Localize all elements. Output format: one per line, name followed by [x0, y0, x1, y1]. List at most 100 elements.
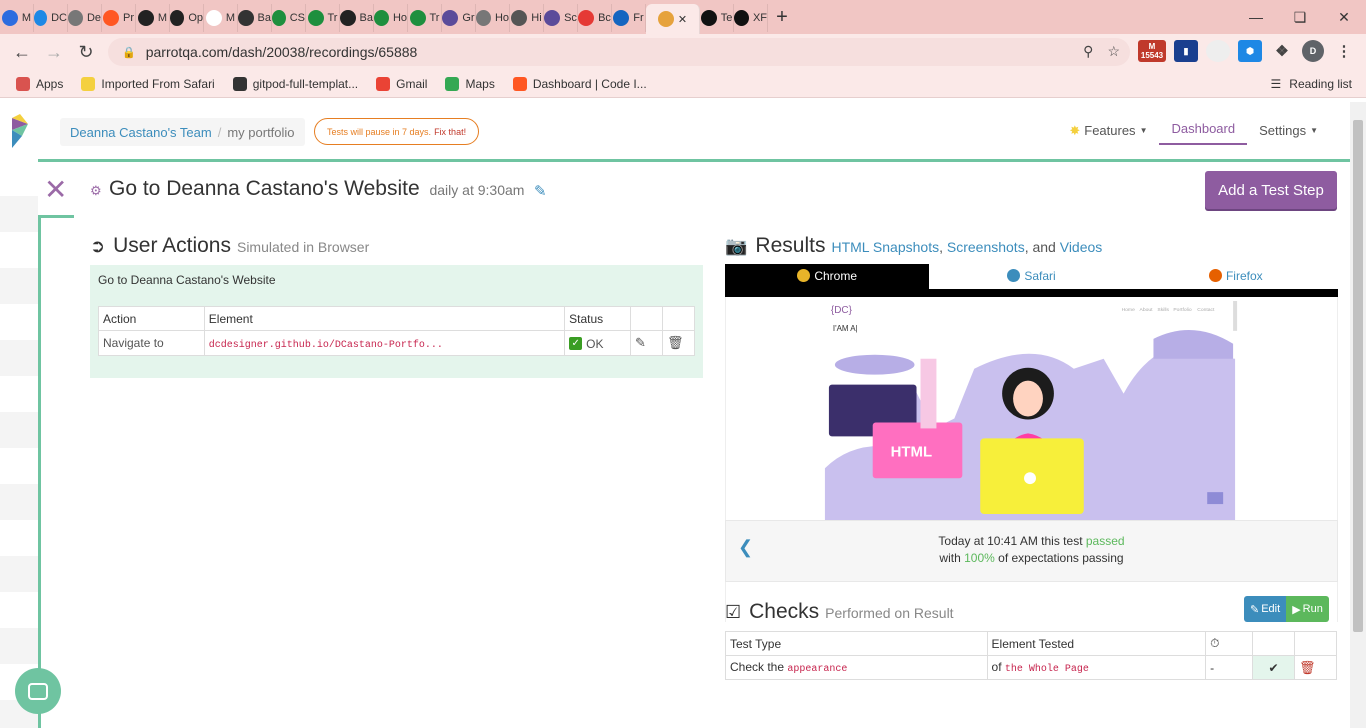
videos-link[interactable]: Videos — [1060, 239, 1103, 255]
run-label: Run — [1302, 603, 1323, 615]
screenshots-link[interactable]: Screenshots — [947, 239, 1025, 255]
browser-tab[interactable]: XF — [734, 4, 768, 32]
results-title: Results — [755, 234, 826, 257]
delete-step-trash-icon[interactable]: 🗑 — [662, 330, 695, 356]
tab-favicon-icon — [511, 10, 528, 26]
tab-label: Gr — [462, 12, 475, 24]
bookmark-item[interactable]: gitpod-full-templat... — [232, 76, 358, 91]
bookmark-item[interactable]: Imported From Safari — [81, 76, 215, 91]
back-icon[interactable]: ← — [6, 36, 38, 68]
breadcrumb-project[interactable]: my portfolio — [227, 125, 294, 140]
lock-icon: 🔒 — [122, 46, 136, 59]
reload-icon[interactable]: ↻ — [70, 36, 102, 68]
forward-icon[interactable]: → — [38, 36, 70, 68]
tab-label: M — [225, 12, 236, 24]
run-checks-button[interactable]: ▶ Run — [1286, 596, 1329, 622]
gear-icon[interactable]: ⚙ — [90, 183, 102, 199]
new-tab-icon[interactable]: + — [768, 6, 796, 29]
sign-in-icon: ➲ — [90, 236, 106, 256]
nav-dashboard[interactable]: Dashboard — [1159, 116, 1248, 145]
delete-check-trash-icon[interactable]: 🗑 — [1294, 655, 1337, 680]
bookmark-star-icon[interactable]: ☆ — [1107, 43, 1120, 60]
edit-title-pencil-icon[interactable]: ✎ — [534, 182, 547, 200]
edit-checks-button[interactable]: ✎ Edit — [1244, 596, 1287, 622]
pause-warning-badge[interactable]: Tests will pause in 7 days. Fix that! — [314, 118, 480, 145]
minimize-icon[interactable]: — — [1234, 0, 1278, 34]
browser-tab[interactable]: Fr — [612, 4, 646, 32]
snapshot-nav-about: About — [1140, 307, 1154, 313]
menu-kebab-icon[interactable]: ⋮ — [1332, 40, 1356, 62]
chat-launcher-button[interactable] — [15, 668, 61, 714]
breadcrumb-team[interactable]: Deanna Castano's Team — [70, 125, 212, 140]
close-tab-icon[interactable]: ✕ — [678, 13, 687, 26]
browser-tab[interactable]: M — [136, 4, 170, 32]
parrotqa-logo[interactable] — [10, 112, 30, 152]
nav-settings[interactable]: Settings ▼ — [1247, 118, 1330, 143]
breadcrumb-separator: / — [217, 124, 222, 140]
browser-tab[interactable]: Pr — [102, 4, 136, 32]
browser-tab[interactable]: M — [204, 4, 238, 32]
window-controls: — ❏ ✕ — [1234, 0, 1366, 34]
tab-label: CS — [289, 12, 305, 24]
browser-tab[interactable]: Sc — [544, 4, 578, 32]
gmail-extension-icon[interactable]: M 15543 — [1138, 40, 1166, 62]
html-snapshots-link[interactable]: HTML Snapshots — [831, 239, 939, 255]
browser-tab[interactable]: Op — [170, 4, 204, 32]
circle-extension-icon[interactable] — [1206, 40, 1230, 62]
check-element-prefix: of — [991, 660, 1002, 674]
browser-tab[interactable]: Ho — [476, 4, 510, 32]
bookmark-item[interactable]: Apps — [16, 76, 63, 91]
profile-avatar[interactable]: D — [1302, 40, 1324, 62]
edit-label: Edit — [1261, 603, 1281, 615]
bookmark-item[interactable]: Gmail — [376, 76, 427, 91]
browser-tab[interactable]: ✕ — [646, 4, 700, 34]
check-element: of the Whole Page — [986, 655, 1207, 680]
browser-tab[interactable]: Gr — [442, 4, 476, 32]
bookmark-item[interactable]: Maps — [445, 76, 495, 91]
browser-tab[interactable]: Tr — [408, 4, 442, 32]
browser-tab-safari[interactable]: Safari — [929, 264, 1133, 289]
user-actions-table: Action Element Status Navigate to dcdesi… — [98, 306, 695, 356]
analytics-extension-icon[interactable]: ▮ — [1174, 40, 1198, 62]
browser-tab-label: Safari — [1024, 268, 1056, 283]
restore-icon[interactable]: ❏ — [1278, 0, 1322, 34]
tab-label: Op — [188, 12, 203, 24]
nav-features[interactable]: ✸ Features ▼ — [1057, 118, 1159, 144]
browser-tab[interactable]: M — [0, 4, 34, 32]
browser-tab[interactable]: Ho — [374, 4, 408, 32]
col-edit — [630, 306, 663, 331]
browser-tab[interactable]: Tr — [306, 4, 340, 32]
bookmark-item[interactable]: Dashboard | Code I... — [512, 76, 647, 91]
nav-settings-label: Settings — [1259, 123, 1307, 138]
zoom-icon[interactable]: ⚲ — [1083, 43, 1093, 60]
page-scrollbar[interactable] — [1350, 102, 1366, 728]
fix-that-link[interactable]: Fix that! — [434, 127, 466, 137]
add-test-step-button[interactable]: Add a Test Step — [1205, 171, 1337, 209]
pause-text: Tests will pause in 7 days. — [327, 126, 432, 137]
left-stripe — [0, 160, 38, 728]
close-icon[interactable]: ✕ — [44, 176, 67, 204]
close-window-icon[interactable]: ✕ — [1322, 0, 1366, 34]
hex-extension-icon[interactable]: ⬢ — [1238, 40, 1262, 62]
browser-tabs: Chrome Safari Firefox — [725, 264, 1338, 297]
puzzle-icon[interactable]: ❖ — [1270, 40, 1294, 62]
browser-tab[interactable]: Ba — [238, 4, 272, 32]
test-title-text: Go to Deanna Castano's Website — [109, 177, 420, 200]
browser-tab-firefox[interactable]: Firefox — [1134, 264, 1338, 289]
browser-tab[interactable]: Ba — [340, 4, 374, 32]
reading-list[interactable]: ☰ Reading list — [1271, 77, 1352, 91]
firefox-icon — [1208, 269, 1222, 282]
scrollbar-thumb[interactable] — [1353, 120, 1363, 632]
browser-tab[interactable]: DC — [34, 4, 68, 32]
browser-tab[interactable]: Hi — [510, 4, 544, 32]
browser-tab[interactable]: CS — [272, 4, 306, 32]
edit-step-pencil-icon[interactable]: ✎ — [630, 330, 663, 356]
checks-buttons: ✎ Edit ▶ Run — [1244, 596, 1329, 622]
stopwatch-icon: ⏱ — [1210, 636, 1220, 650]
browser-tab[interactable]: De — [68, 4, 102, 32]
address-bar[interactable]: 🔒 parrotqa.com/dash/20038/recordings/658… — [108, 38, 1130, 66]
browser-tab-chrome[interactable]: Chrome — [725, 264, 930, 289]
snapshot-logo: {DC} — [831, 305, 853, 316]
browser-tab[interactable]: Bc — [578, 4, 612, 32]
browser-tab[interactable]: Te — [700, 4, 734, 32]
